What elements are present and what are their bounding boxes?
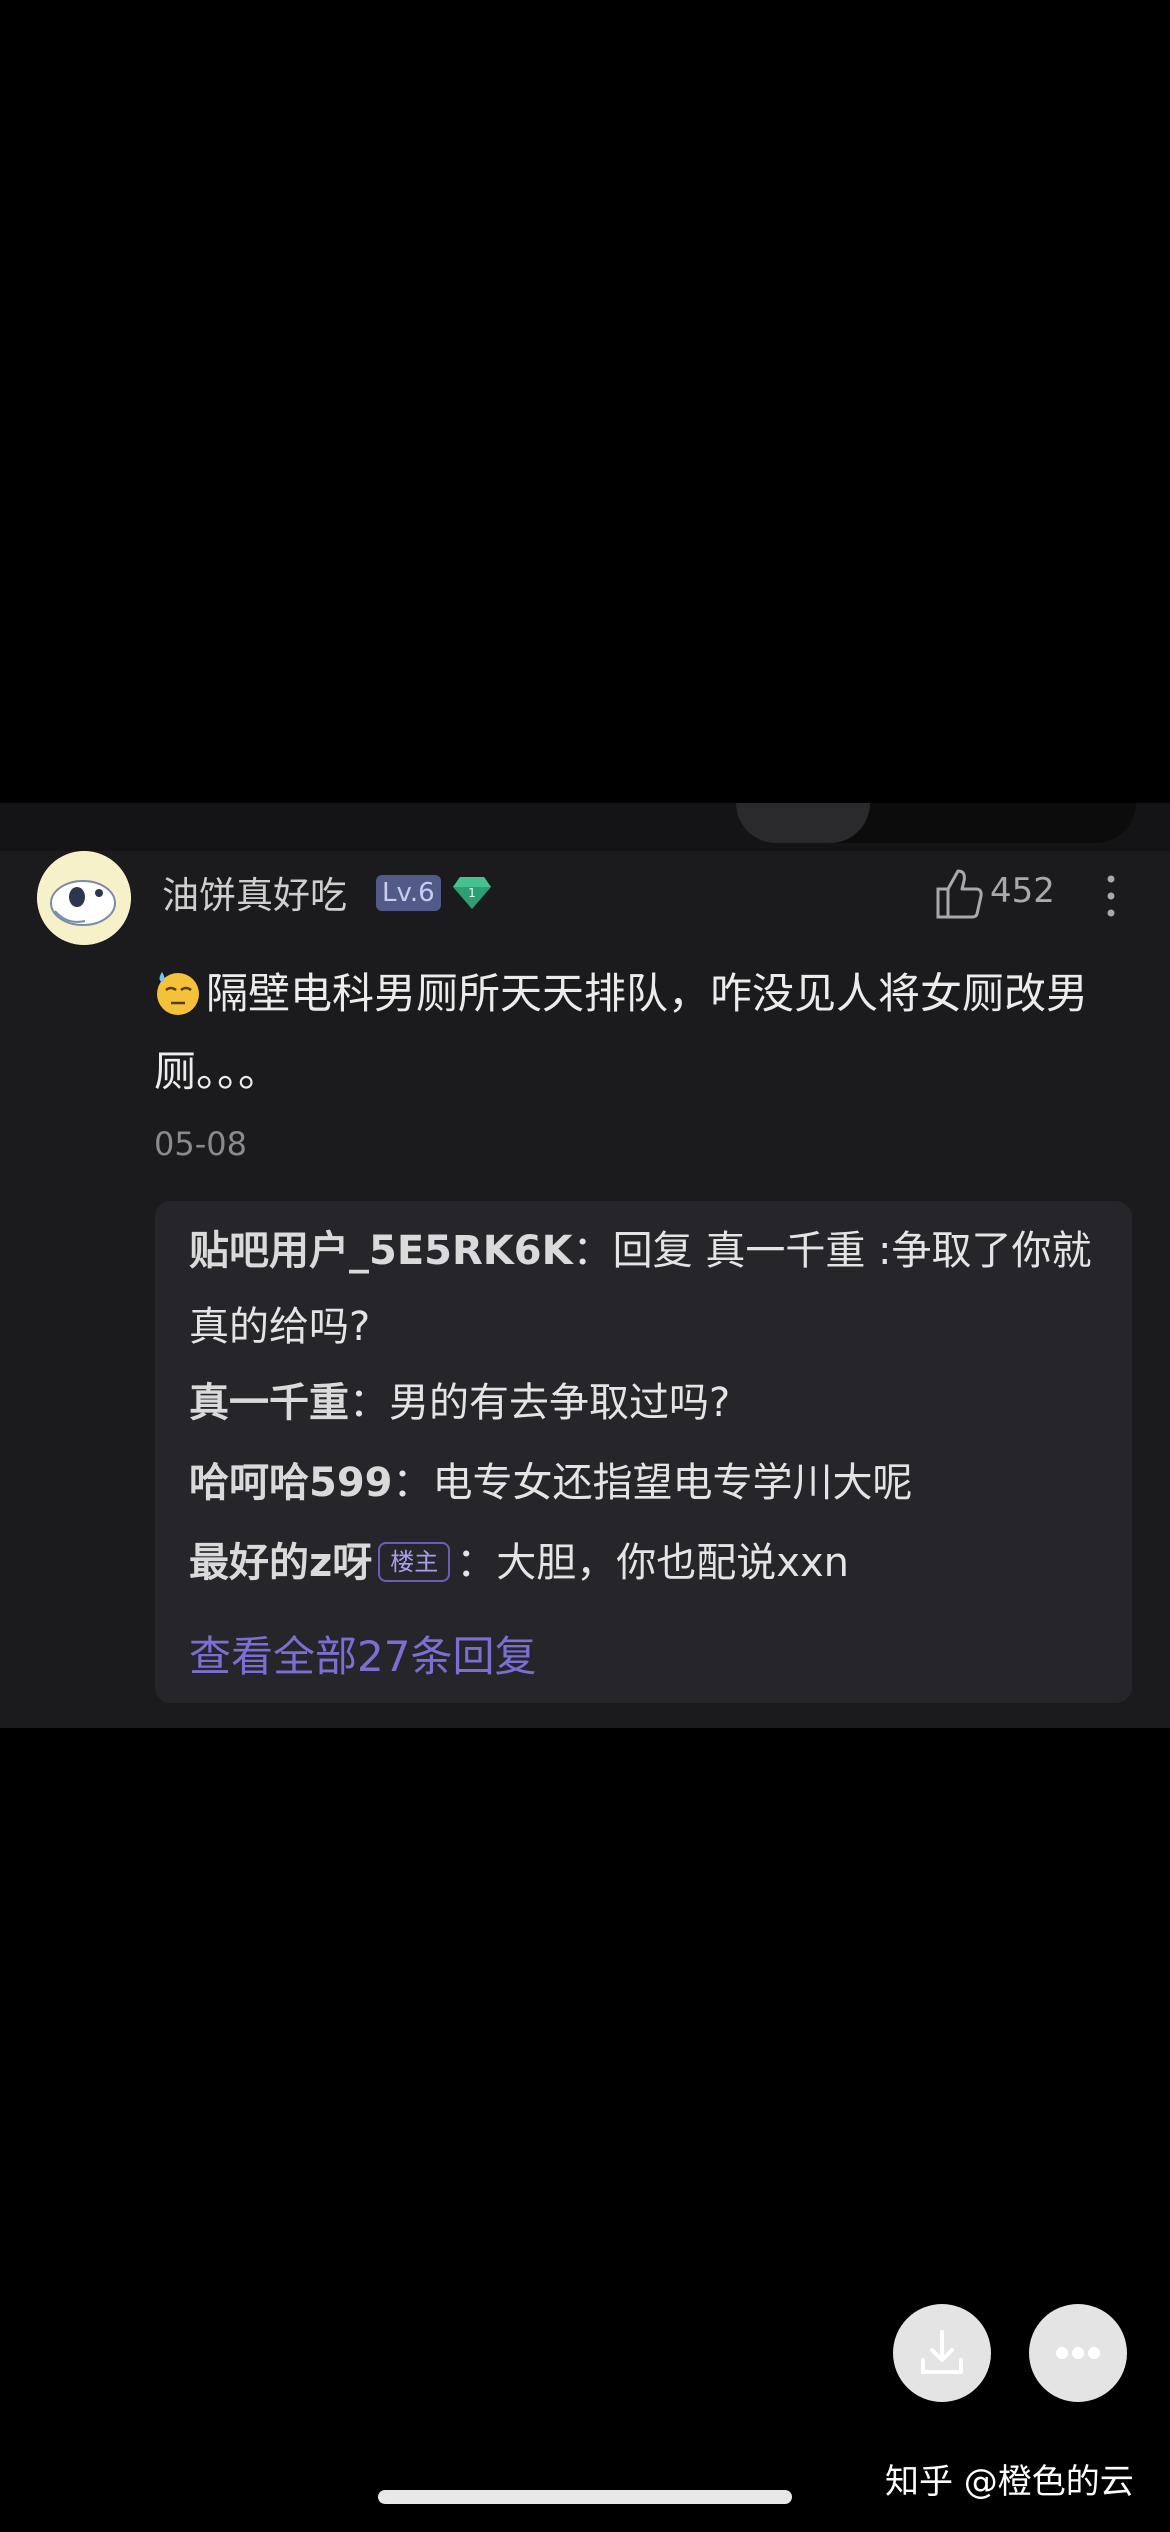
more-options-button[interactable] — [1096, 871, 1126, 921]
gem-number: 1 — [468, 886, 476, 900]
home-indicator[interactable] — [378, 2490, 792, 2504]
more-vertical-icon — [1107, 875, 1115, 917]
sweat-emoji-icon — [157, 972, 199, 1015]
download-icon — [921, 2330, 963, 2374]
sort-toggle[interactable] — [736, 803, 1136, 843]
diamond-badge-icon: 1 — [452, 875, 492, 911]
thumbs-up-icon — [936, 869, 983, 919]
avatar[interactable] — [37, 851, 131, 945]
reply-preview-box[interactable]: 贴吧用户_5E5RK6K：回复 真一千重 :争取了你就真的给吗? 真一千重：男的… — [155, 1201, 1132, 1703]
reply-colon: ： — [572, 1228, 613, 1274]
sort-option-hot[interactable] — [736, 803, 870, 843]
comment-username[interactable]: 油饼真好吃 — [162, 865, 347, 919]
reply-item[interactable]: 贴吧用户_5E5RK6K：回复 真一千重 :争取了你就真的给吗? — [189, 1213, 1109, 1365]
reply-text: 大胆，你也配说xxn — [496, 1540, 849, 1586]
comment-text: 隔壁电科男厕所天天排队，咋没见人将女厕改男厕。。。 — [154, 969, 1089, 1096]
watermark: 知乎 @橙色的云 — [885, 2462, 1134, 2502]
like-button[interactable] — [934, 865, 984, 925]
reply-author[interactable]: 哈呵哈599 — [189, 1460, 393, 1506]
avatar-image — [37, 851, 131, 945]
view-all-replies-link[interactable]: 查看全部27条回复 — [189, 1623, 536, 1684]
more-menu-button[interactable] — [1029, 2304, 1127, 2402]
reply-text: 电专女还指望电专学川大呢 — [432, 1460, 913, 1506]
reply-author[interactable]: 最好的z呀 — [189, 1540, 372, 1586]
reply-item[interactable]: 真一千重：男的有去争取过吗? — [189, 1365, 1109, 1441]
cut-off-sort-header — [0, 803, 1170, 851]
comment-card: 油饼真好吃 Lv.6 1 452 隔壁电科男厕所天天排队，咋没见人将女厕改男厕。… — [0, 803, 1170, 1728]
reply-author[interactable]: 真一千重 — [189, 1380, 349, 1426]
comment-date: 05-08 — [154, 1125, 247, 1163]
like-count: 452 — [990, 871, 1055, 911]
more-dots-icon — [1056, 2347, 1100, 2359]
sort-option-desc[interactable] — [1000, 803, 1136, 843]
reply-colon: ： — [392, 1460, 433, 1506]
level-badge: Lv.6 — [376, 875, 441, 911]
sort-option-asc[interactable] — [870, 803, 1000, 843]
download-button[interactable] — [893, 2304, 991, 2402]
reply-colon: ： — [456, 1540, 497, 1586]
reply-item[interactable]: 最好的z呀 楼主 ：大胆，你也配说xxn — [189, 1525, 1109, 1601]
reply-item[interactable]: 哈呵哈599：电专女还指望电专学川大呢 — [189, 1445, 1109, 1521]
reply-author[interactable]: 贴吧用户_5E5RK6K — [189, 1228, 573, 1274]
reply-colon: ： — [349, 1380, 389, 1426]
owner-tag: 楼主 — [378, 1542, 451, 1582]
reply-text: 男的有去争取过吗? — [389, 1380, 731, 1426]
comment-content: 隔壁电科男厕所天天排队，咋没见人将女厕改男厕。。。 — [154, 955, 1114, 1111]
